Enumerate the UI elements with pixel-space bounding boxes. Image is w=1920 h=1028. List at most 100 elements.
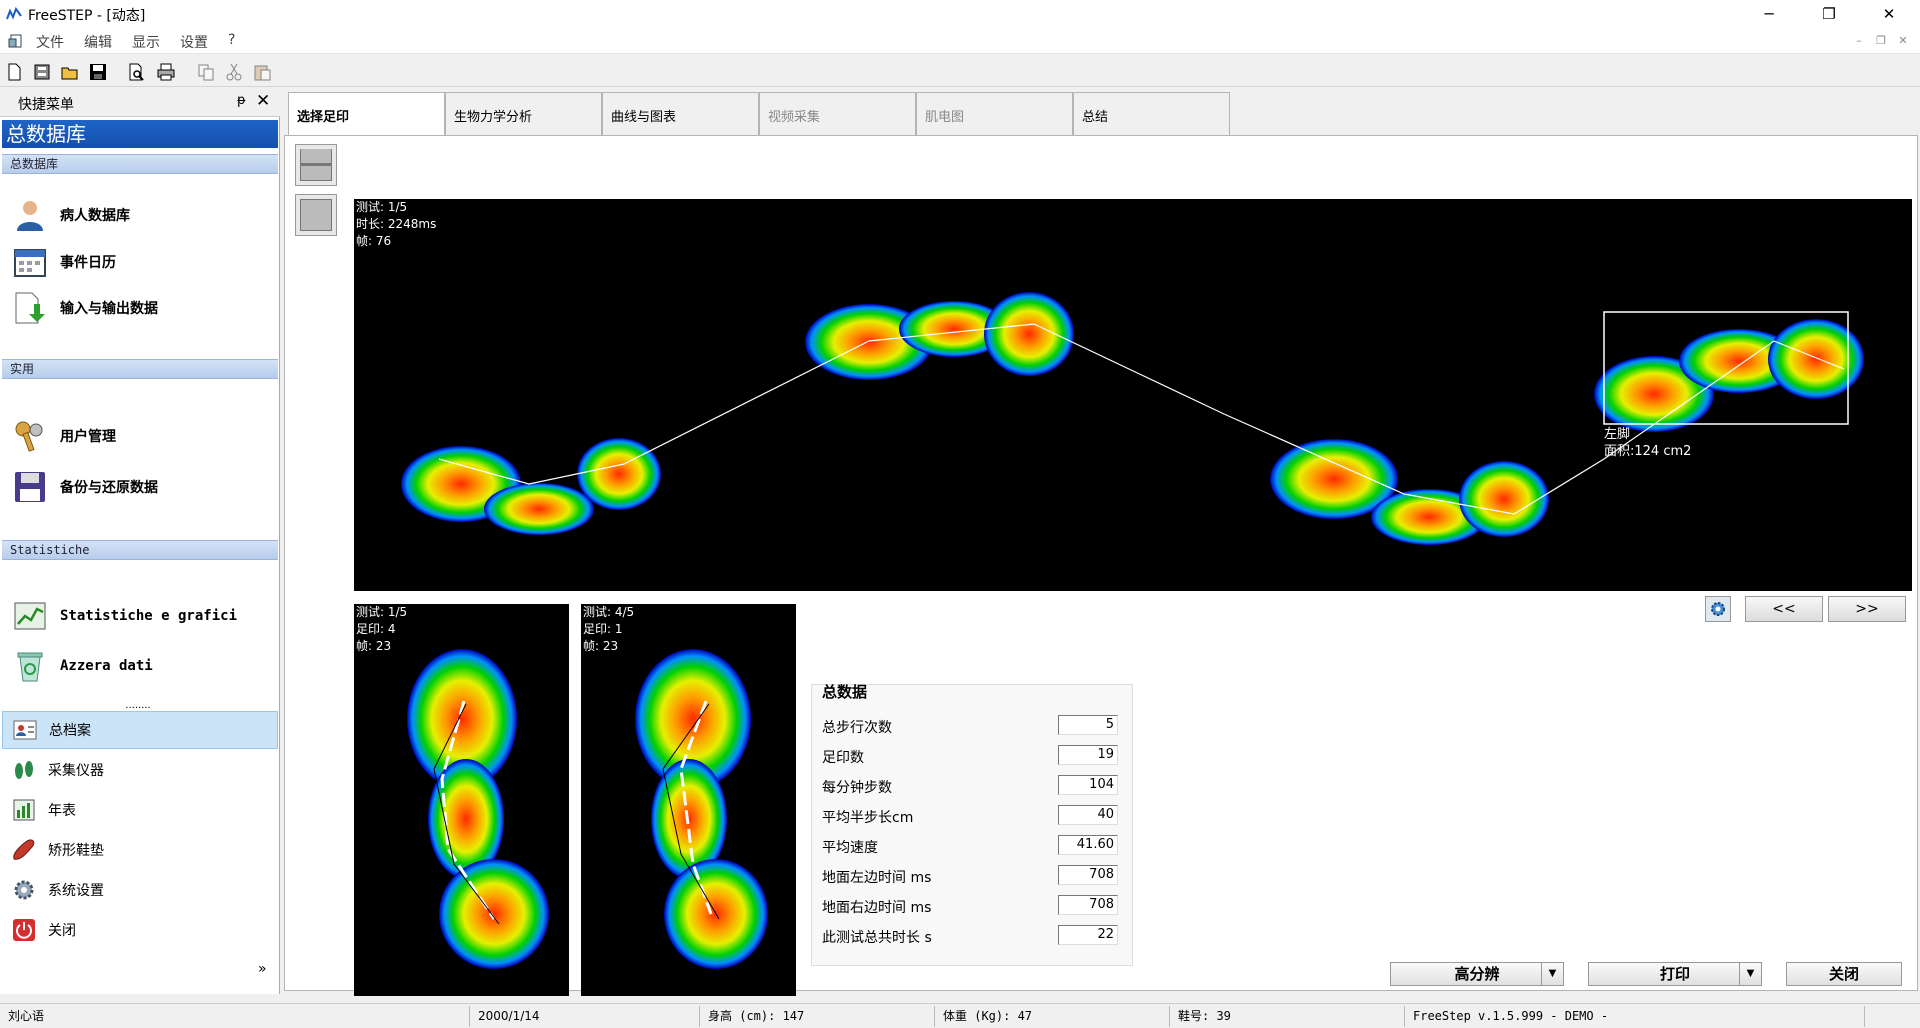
tab-select-footprint[interactable]: 选择足印 — [288, 92, 445, 136]
stat-row: 地面左边时间 ms 708 — [822, 865, 1122, 887]
print-button[interactable] — [154, 60, 177, 83]
dropdown-arrow-icon: ▼ — [1541, 963, 1563, 985]
stat-row: 地面右边时间 ms 708 — [822, 895, 1122, 917]
tab-biomechanics[interactable]: 生物力学分析 — [445, 92, 602, 136]
stat-value-field[interactable]: 19 — [1058, 745, 1118, 765]
open-button[interactable] — [58, 60, 81, 83]
power-icon — [13, 919, 35, 941]
pin-icon[interactable]: ᵽ — [237, 93, 246, 108]
quick-menu-panel: 快捷菜单 ᵽ ✕ 总数据库 总数据库 病人数据库 事件日历 输入与输出数据 实用… — [0, 89, 280, 994]
view-settings-button[interactable] — [1705, 596, 1731, 622]
mdi-minimize-button[interactable]: – — [1850, 32, 1868, 50]
footprint-4 — [1594, 319, 1864, 432]
section-database[interactable]: 总数据库 — [2, 154, 278, 174]
mdi-close-button[interactable]: ✕ — [1894, 32, 1912, 50]
toolbar — [0, 55, 1920, 87]
event-calendar-label: 事件日历 — [60, 255, 116, 271]
section-utilities[interactable]: 实用 — [2, 359, 278, 379]
keys-icon — [15, 421, 43, 452]
footprint-2 — [805, 292, 1074, 380]
previous-button[interactable]: << — [1745, 596, 1823, 622]
stat-label: 此测试总共时长 s — [822, 930, 932, 946]
menu-settings[interactable]: 设置 — [180, 32, 208, 52]
stat-value-field[interactable]: 708 — [1058, 865, 1118, 885]
reset-data-label: Azzera dati — [60, 658, 153, 674]
print-dropdown[interactable]: 打印 ▼ — [1588, 962, 1762, 986]
stat-value-field[interactable]: 5 — [1058, 715, 1118, 735]
stat-value-field[interactable]: 40 — [1058, 805, 1118, 825]
tab-summary[interactable]: 总结 — [1073, 92, 1230, 136]
menu-edit[interactable]: 编辑 — [84, 32, 112, 52]
stat-label: 地面右边时间 ms — [822, 900, 932, 916]
stat-value-field[interactable]: 104 — [1058, 775, 1118, 795]
gear-icon — [1711, 602, 1725, 616]
close-button[interactable]: 关闭 — [1786, 962, 1902, 986]
close-window-button[interactable]: ✕ — [1866, 0, 1912, 28]
stat-label: 平均速度 — [822, 840, 878, 856]
nav-general-archive[interactable]: 总档案 — [2, 711, 278, 749]
nav-close[interactable]: 关闭 — [2, 911, 278, 949]
high-resolution-dropdown[interactable]: 高分辨 ▼ — [1390, 962, 1564, 986]
statistics-charts-label: Statistiche e grafici — [60, 608, 238, 624]
cut-button[interactable] — [222, 60, 245, 83]
statistics-charts-item[interactable]: Statistiche e grafici — [10, 596, 275, 636]
stat-label: 地面左边时间 ms — [822, 870, 932, 886]
new-button[interactable] — [2, 60, 25, 83]
nav-orthotic-insole[interactable]: 矫形鞋垫 — [2, 831, 278, 869]
user-icon — [17, 201, 43, 231]
tab-curves-charts[interactable]: 曲线与图表 — [602, 92, 759, 136]
patient-database-item[interactable]: 病人数据库 — [10, 195, 275, 235]
section-statistics[interactable]: Statistiche — [2, 540, 278, 560]
nav-chronology-label: 年表 — [48, 803, 76, 819]
next-button[interactable]: >> — [1828, 596, 1906, 622]
stat-value-field[interactable]: 22 — [1058, 925, 1118, 945]
floppy-disk-icon — [15, 472, 45, 502]
open-icon — [61, 67, 77, 79]
event-calendar-item[interactable]: 事件日历 — [10, 242, 275, 282]
gait-pressure-view[interactable]: 测试: 1/5 时长: 2248ms 帧: 76 左脚 面积:124 cm2 — [354, 199, 1912, 591]
mdi-restore-button[interactable]: ❐ — [1872, 32, 1890, 50]
footprint-1 — [401, 438, 661, 535]
stat-label: 足印数 — [822, 750, 864, 766]
stat-value-field[interactable]: 41.60 — [1058, 835, 1118, 855]
database-button[interactable] — [30, 60, 53, 83]
tab-video-capture[interactable]: 视频采集 — [759, 92, 916, 136]
nav-chronology[interactable]: 年表 — [2, 791, 278, 829]
menu-view[interactable]: 显示 — [132, 32, 160, 52]
print-preview-button[interactable] — [124, 60, 147, 83]
stat-label: 平均半步长cm — [822, 810, 914, 826]
backup-restore-item[interactable]: 备份与还原数据 — [10, 467, 275, 507]
split-view-button[interactable] — [295, 144, 337, 186]
stat-value-field[interactable]: 708 — [1058, 895, 1118, 915]
menu-file[interactable]: 文件 — [36, 32, 64, 52]
stat-row: 总步行次数 5 — [822, 715, 1122, 737]
menu-bar: 文件 编辑 显示 设置 ? – ❐ ✕ — [0, 28, 1920, 54]
paste-button[interactable] — [250, 60, 273, 83]
nav-acquisition-device[interactable]: 采集仪器 — [2, 751, 278, 789]
patient-database-label: 病人数据库 — [60, 208, 130, 224]
left-foot-view[interactable]: 测试: 1/5 足印: 4 帧: 23 — [354, 604, 569, 996]
save-button[interactable] — [86, 60, 109, 83]
reset-data-item[interactable]: Azzera dati — [10, 646, 275, 686]
stat-label: 总步行次数 — [822, 720, 892, 736]
chart-icon — [14, 602, 46, 630]
right-foot-view[interactable]: 测试: 4/5 足印: 1 帧: 23 — [581, 604, 796, 996]
nav-system-settings[interactable]: 系统设置 — [2, 871, 278, 909]
user-management-label: 用户管理 — [60, 429, 116, 445]
import-export-item[interactable]: 输入与输出数据 — [10, 288, 275, 328]
tab-panel: 测试: 1/5 时长: 2248ms 帧: 76 左脚 面积:124 cm2 <… — [284, 135, 1918, 996]
minimize-button[interactable]: ─ — [1746, 0, 1792, 28]
import-export-icon — [15, 292, 45, 324]
summary-stats-panel: 总数据 总步行次数 5 足印数 19 每分钟步数 104 平均半步长cm 40 平均速度… — [811, 683, 1133, 966]
single-view-button[interactable] — [295, 194, 337, 236]
more-items-chevron[interactable]: » — [258, 961, 267, 977]
tab-emg[interactable]: 肌电图 — [916, 92, 1073, 136]
database-group-title: 总数据库 — [2, 120, 278, 148]
close-panel-button[interactable]: ✕ — [256, 91, 270, 111]
user-management-item[interactable]: 用户管理 — [10, 416, 275, 456]
menu-help[interactable]: ? — [228, 32, 235, 48]
copy-button[interactable] — [194, 60, 217, 83]
footprints-icon — [15, 761, 33, 779]
copy-icon — [198, 64, 213, 80]
maximize-button[interactable]: ❐ — [1806, 0, 1852, 28]
